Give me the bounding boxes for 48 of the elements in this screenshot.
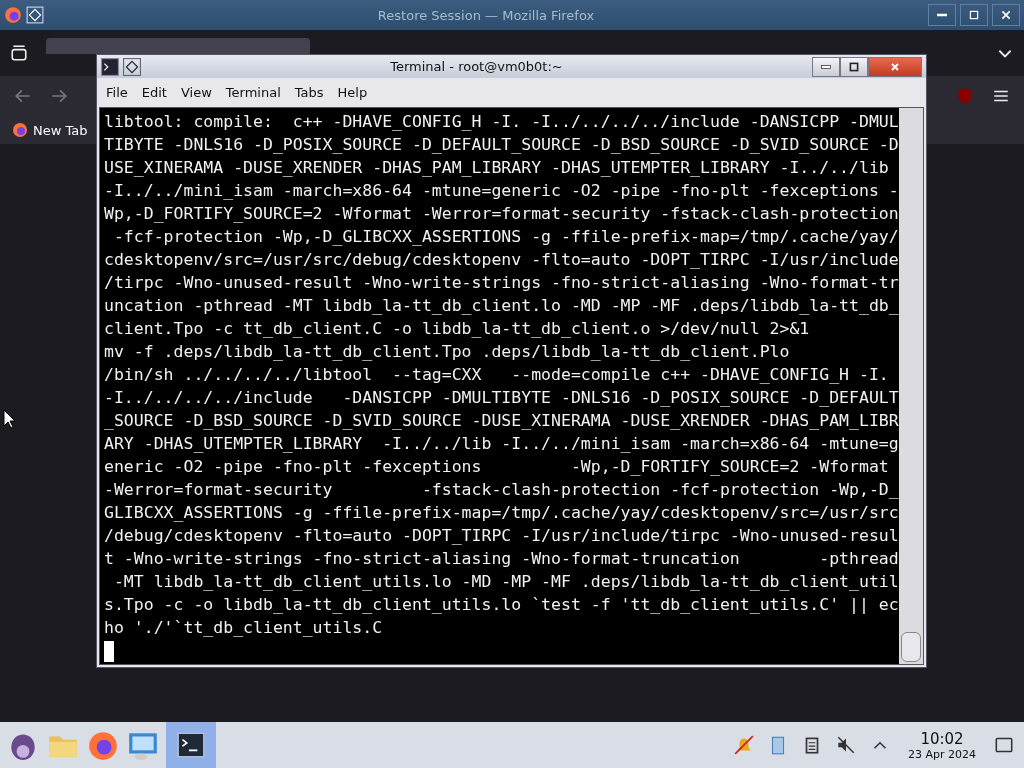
- menu-item[interactable]: Tabs: [287, 83, 331, 103]
- scrollbar[interactable]: [899, 108, 923, 664]
- terminal-line: client.Tpo -c tt_db_client.C -o libdb_la-tt_db_client.o >/dev/null 2>&1: [104, 318, 811, 340]
- terminal-line: ho './'`tt_db_client_utils.C: [104, 617, 384, 639]
- clock-date[interactable]: 23 Apr 2024: [908, 747, 976, 761]
- window-title: Terminal - root@vm0b0t:~: [389, 59, 564, 75]
- minimize-icon: [937, 13, 947, 17]
- menu-item[interactable]: Help: [330, 83, 375, 103]
- terminal-line: eneric -O2 -pipe -fno-plt -fexceptions -Wp,-D_FORTIFY_SOURCE=2 -Wformat: [104, 456, 890, 478]
- terminal-task-button[interactable]: [166, 722, 216, 768]
- clock-time[interactable]: 10:02: [920, 729, 964, 748]
- fox-logo-icon: [4, 6, 22, 24]
- terminal-line: t -Wno-write-strings -fno-strict-aliasing -Wno-format-truncation -pthread: [104, 548, 895, 570]
- menu-item[interactable]: Edit: [134, 83, 174, 103]
- forward-arrow-icon[interactable]: [50, 87, 68, 105]
- close-button[interactable]: [868, 56, 922, 77]
- mouse-pointer-icon: [3, 409, 15, 429]
- back-arrow-icon[interactable]: [14, 87, 32, 105]
- maximize-button[interactable]: [960, 4, 988, 26]
- maximize-icon: [848, 60, 860, 73]
- bookmark-link[interactable]: New Tab: [12, 122, 88, 138]
- menu-item[interactable]: Terminal: [218, 83, 288, 103]
- terminal-line: USE_XINERAMA -DUSE_XRENDER -DHAS_PAM_LIBRARY -DHAS_UTEMPTER_LIBRARY -I../../lib: [104, 157, 890, 179]
- menu-item[interactable]: View: [173, 83, 219, 103]
- minimize-icon: [821, 64, 831, 69]
- menu-item[interactable]: File: [99, 83, 135, 103]
- terminal-line: -I../../mini_isam -march=x86-64 -mtune=generic -O2 -pipe -fno-plt -fexceptions -: [104, 180, 895, 202]
- diamond-icon[interactable]: [123, 57, 141, 76]
- close-button[interactable]: [992, 4, 1020, 26]
- text-cursor: [104, 641, 114, 662]
- tray-icon[interactable]: [10, 44, 28, 62]
- scrollbar-thumb[interactable]: [901, 632, 921, 662]
- terminal-icon[interactable]: [101, 57, 119, 76]
- terminal-line: ARY -DHAS_UTEMPTER_LIBRARY -I../../lib -I../../mini_isam -march=x86-64 -mtune=g: [104, 433, 895, 455]
- terminal-line: -MT libdb_la-tt_db_client_utils.lo -MD -MP -MF .deps/libdb_la-tt_db_client_util: [112, 571, 895, 593]
- terminal-line: /bin/sh ../../../../libtool --tag=CXX --mode=compile c++ -DHAVE_CONFIG_H -I.: [104, 364, 890, 386]
- terminal-line: mv -f .deps/libdb_la-tt_db_client.Tpo .deps/libdb_la-tt_db_client.Plo: [104, 341, 791, 363]
- fox-logo-icon: [12, 122, 28, 138]
- terminal-line: /debug/cdesktopenv -flto=auto -DOPT_TIRPC -I/usr/include/tirpc -Wno-unused-resul: [104, 525, 895, 547]
- minimize-button[interactable]: [812, 56, 840, 77]
- close-icon: [889, 60, 901, 73]
- minimize-button[interactable]: [928, 4, 956, 26]
- bell-icon[interactable]: [733, 734, 755, 756]
- muted-speaker-icon[interactable]: [835, 734, 857, 756]
- maximize-button[interactable]: [840, 56, 868, 77]
- maximize-icon: [968, 9, 980, 21]
- close-icon: [1000, 9, 1012, 21]
- window-title: Restore Session — Mozilla Firefox: [376, 7, 596, 23]
